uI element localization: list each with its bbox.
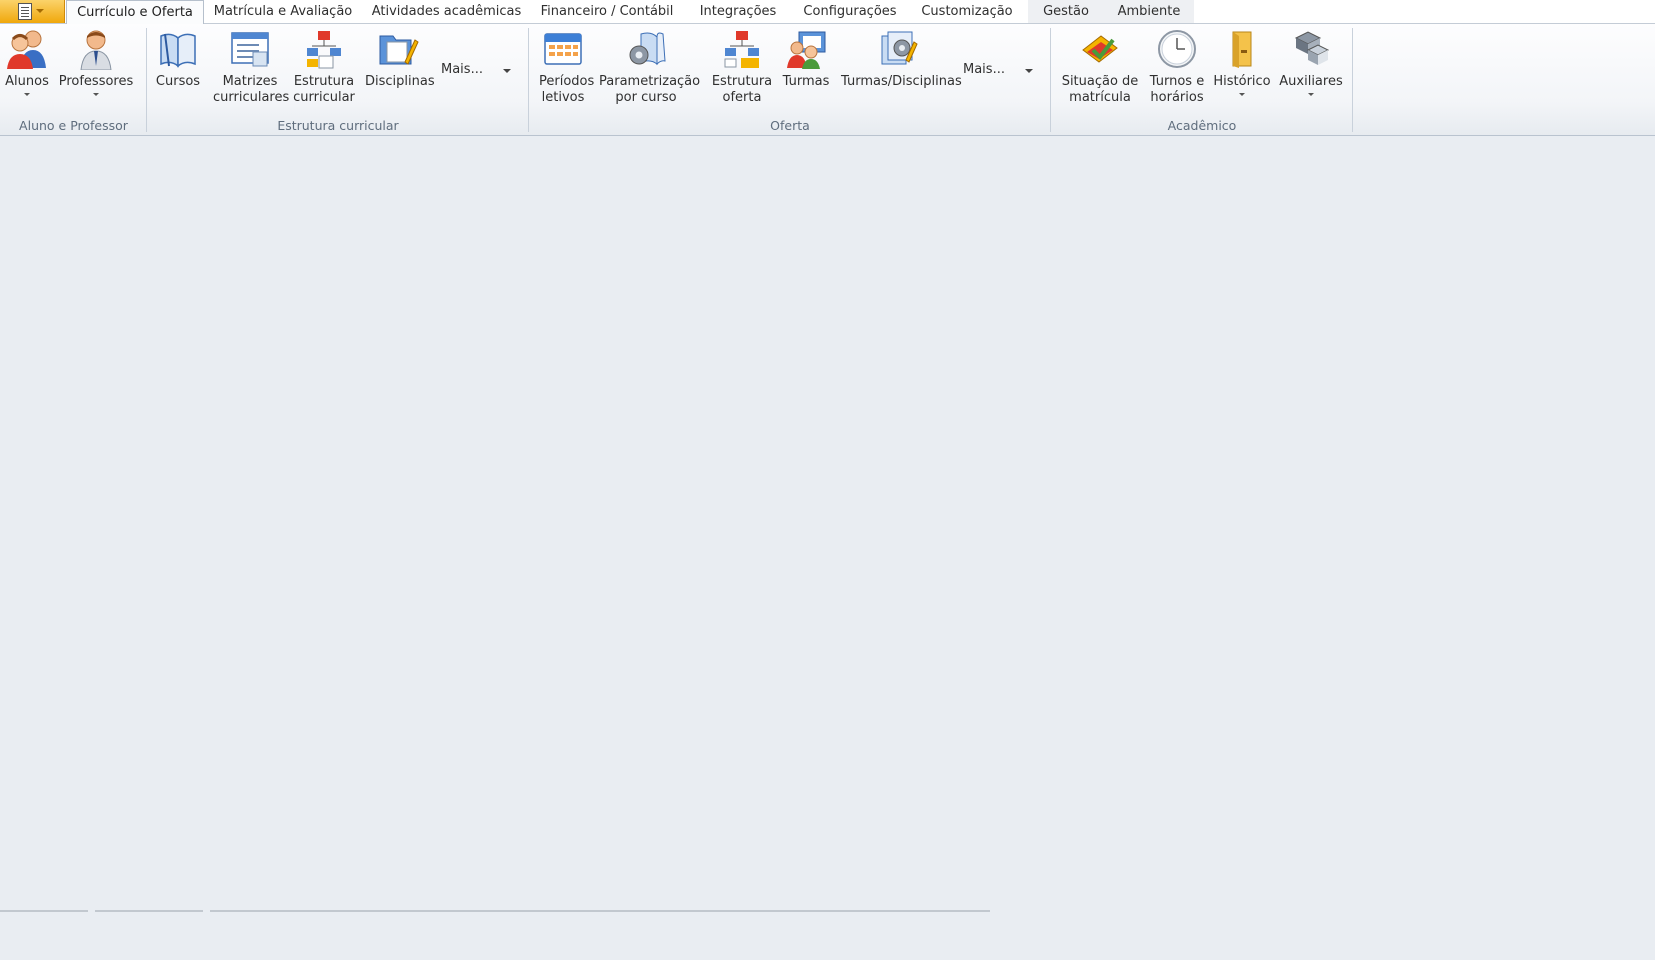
oferta-mais-dropdown[interactable]: Mais...: [963, 62, 1043, 77]
chevron-down-icon: [503, 69, 511, 73]
tab-configuracoes[interactable]: Configurações: [796, 0, 904, 23]
estrutura-curricular-label-line1: Estrutura: [293, 74, 355, 89]
turnos-label-line2: horários: [1150, 90, 1204, 105]
bottom-tab-strip: [0, 910, 88, 912]
disciplinas-label: Disciplinas: [365, 74, 435, 89]
auxiliares-label: Auxiliares: [1279, 74, 1343, 89]
turnos-horarios-button[interactable]: Turnos e horários: [1147, 28, 1207, 106]
estrutura-oferta-label-line2: oferta: [722, 90, 762, 105]
chevron-down-icon: [36, 9, 44, 13]
status-icon: [1079, 28, 1121, 70]
ribbon-tab-bar: Currículo e Oferta Matrícula e Avaliação…: [0, 0, 1655, 24]
gear-book-icon: [625, 28, 667, 70]
document-icon: [18, 3, 32, 20]
dropdown-arrow-icon: [24, 93, 30, 96]
tab-integracoes[interactable]: Integrações: [690, 0, 786, 23]
tab-gestao[interactable]: Gestão: [1028, 0, 1104, 23]
group-oferta: Períodos letivos Parametrização por curs…: [529, 24, 1051, 135]
bottom-tab-strip: [210, 910, 990, 912]
turmas-disciplinas-button[interactable]: Turmas/Disciplinas: [841, 28, 962, 90]
matrizes-curriculares-button[interactable]: Matrizes curriculares: [213, 28, 290, 106]
calendar-icon: [542, 28, 584, 70]
folder-edit-icon: [377, 28, 419, 70]
auxiliares-button[interactable]: Auxiliares: [1277, 28, 1345, 96]
situacao-matricula-button[interactable]: Situação de matrícula: [1061, 28, 1139, 106]
turmas-disciplinas-label: Turmas/Disciplinas: [841, 74, 962, 89]
periodos-label-line2: letivos: [541, 90, 585, 105]
estrutura-curricular-button[interactable]: Estrutura curricular: [293, 28, 355, 106]
situacao-label-line2: matrícula: [1069, 90, 1131, 105]
clock-icon: [1156, 28, 1198, 70]
dropdown-arrow-icon: [93, 93, 99, 96]
tab-ambiente[interactable]: Ambiente: [1104, 0, 1194, 23]
turnos-label-line1: Turnos e: [1149, 74, 1205, 89]
parametrizacao-label-line2: por curso: [615, 90, 677, 105]
group-academico: Situação de matrícula Turnos e horários: [1051, 24, 1353, 135]
turmas-button[interactable]: Turmas: [781, 28, 831, 90]
tab-atividades-academicas[interactable]: Atividades acadêmicas: [364, 0, 529, 23]
ribbon-panel: Alunos Professores Aluno e Professor Cur…: [0, 24, 1655, 136]
group-label-aluno-professor: Aluno e Professor: [19, 118, 128, 133]
book-icon: [157, 28, 199, 70]
dropdown-arrow-icon: [1239, 93, 1245, 96]
group-label-oferta: Oferta: [770, 118, 810, 133]
estrutura-oferta-label-line1: Estrutura: [711, 74, 773, 89]
periodos-label-line1: Períodos: [539, 74, 595, 89]
tab-customizacao[interactable]: Customização: [915, 0, 1019, 23]
historico-button[interactable]: Histórico: [1213, 28, 1271, 96]
class-icon: [785, 28, 827, 70]
tools-icon: [1290, 28, 1332, 70]
group-estrutura-curricular: Cursos Matrizes curriculares Estrutura c…: [147, 24, 529, 135]
file-cabinet-icon: [1221, 28, 1263, 70]
students-icon: [6, 28, 48, 70]
tab-financeiro-contabil[interactable]: Financeiro / Contábil: [532, 0, 682, 23]
turmas-label: Turmas: [782, 74, 830, 89]
tab-matricula-avaliacao[interactable]: Matrícula e Avaliação: [205, 0, 361, 23]
matrizes-label-line2: curriculares: [213, 90, 290, 105]
structure-icon: [303, 28, 345, 70]
periodos-letivos-button[interactable]: Períodos letivos: [539, 28, 595, 106]
application-menu-button[interactable]: [0, 0, 65, 23]
group-label-estrutura-curricular: Estrutura curricular: [277, 118, 399, 133]
estrutura-curricular-label-line2: curricular: [293, 90, 355, 105]
estrutura-oferta-button[interactable]: Estrutura oferta: [711, 28, 773, 106]
structure-icon: [721, 28, 763, 70]
group-separator: [1352, 28, 1353, 132]
estrutura-mais-dropdown[interactable]: Mais...: [441, 62, 521, 77]
alunos-label: Alunos: [5, 74, 49, 89]
alunos-button[interactable]: Alunos: [2, 28, 52, 96]
mais-label: Mais...: [441, 62, 483, 77]
mais-label: Mais...: [963, 62, 1005, 77]
professores-label: Professores: [58, 74, 134, 89]
teacher-icon: [75, 28, 117, 71]
cursos-label: Cursos: [155, 74, 201, 89]
historico-label: Histórico: [1213, 74, 1271, 89]
parametrizacao-label-line1: Parametrização: [599, 74, 701, 89]
group-aluno-professor: Alunos Professores Aluno e Professor: [0, 24, 147, 135]
group-label-academico: Acadêmico: [1167, 118, 1237, 133]
parametrizacao-button[interactable]: Parametrização por curso: [599, 28, 701, 106]
tab-curriculo-oferta[interactable]: Currículo e Oferta: [66, 0, 204, 24]
professores-button[interactable]: Professores: [58, 28, 134, 96]
cursos-button[interactable]: Cursos: [155, 28, 201, 90]
dropdown-arrow-icon: [1308, 93, 1314, 96]
matrix-icon: [229, 28, 271, 70]
chevron-down-icon: [1025, 69, 1033, 73]
situacao-label-line1: Situação de: [1061, 74, 1139, 89]
workspace-area: [0, 136, 1655, 960]
disciplinas-button[interactable]: Disciplinas: [365, 28, 435, 90]
class-subject-icon: [876, 28, 918, 70]
bottom-tab-strip: [95, 910, 203, 912]
matrizes-label-line1: Matrizes: [222, 74, 278, 89]
